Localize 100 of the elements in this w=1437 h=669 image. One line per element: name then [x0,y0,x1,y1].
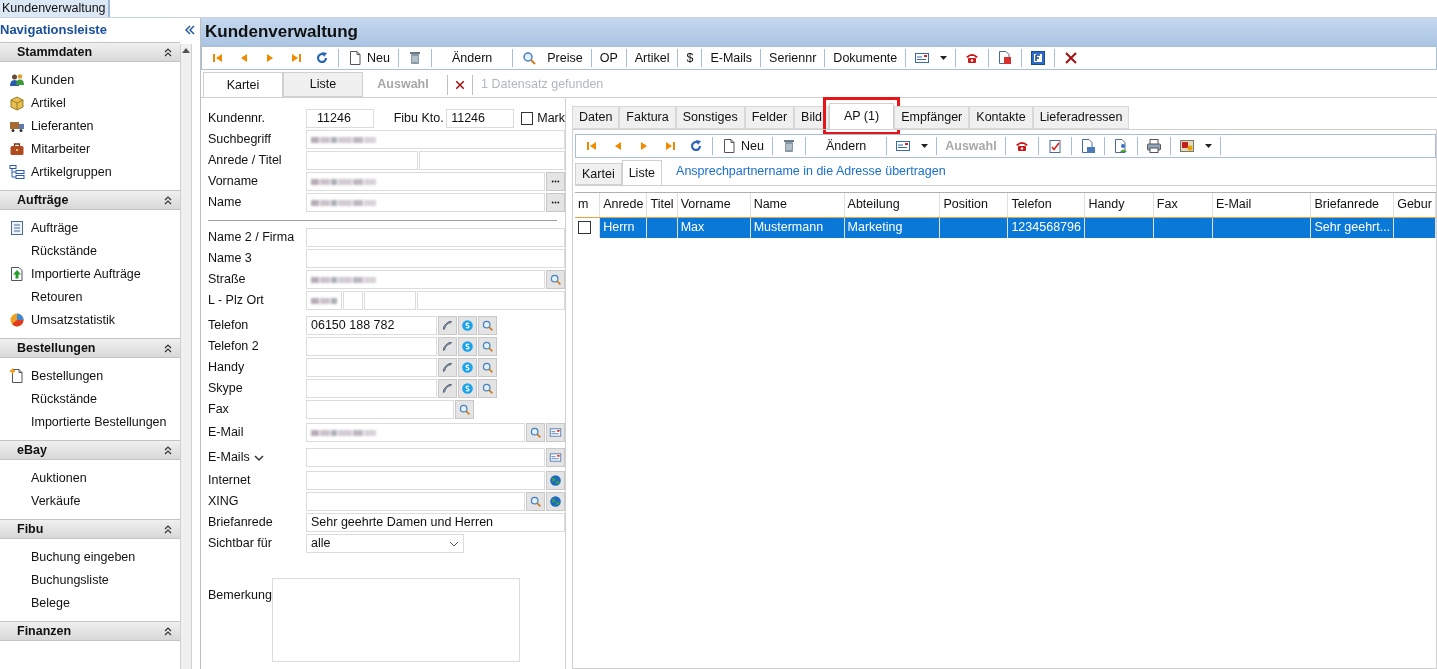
field-button[interactable] [526,423,545,442]
sidebar-item[interactable]: Lieferanten [0,116,180,136]
input-field[interactable] [306,270,545,289]
sidebar-item[interactable]: Buchung eingeben [0,547,180,567]
column-header[interactable]: Telefon [1007,193,1085,217]
field-button[interactable] [438,358,457,377]
tab[interactable]: Liste [621,160,663,185]
checkbox[interactable] [578,221,591,235]
input-field[interactable] [306,130,565,149]
tab[interactable]: Lieferadressen [1032,106,1130,129]
toolbar-button[interactable]: $ [682,48,698,68]
tab[interactable]: Faktura [619,106,676,129]
scrollbar[interactable] [180,44,192,669]
transfer-link[interactable]: Ansprechpartnername in die Adresse übertragen [662,160,946,185]
field-button[interactable] [478,337,497,356]
input-field[interactable]: 11246 [446,109,514,128]
toolbar-button[interactable]: Dokumente [829,48,902,68]
sidebar-item[interactable]: Importierte Aufträge [0,264,180,284]
input-field[interactable] [306,337,437,356]
input-field[interactable] [306,228,565,247]
input-field[interactable]: 11246 [306,109,374,128]
column-header[interactable]: Handy [1084,193,1154,217]
input-field[interactable] [306,423,525,442]
field-button[interactable] [438,379,457,398]
column-header[interactable]: Gebur [1393,193,1436,217]
field-button[interactable] [546,270,565,289]
tab[interactable]: Sonstiges [675,106,745,129]
field-button[interactable] [455,400,474,419]
toolbar-button[interactable]: Seriennr [765,48,821,68]
sidebar-item[interactable]: Mitarbeiter [0,139,180,159]
checkbox[interactable] [520,112,534,125]
sidebar-item[interactable]: Retouren [0,287,180,307]
field-button[interactable] [478,379,497,398]
input-field[interactable] [306,400,454,419]
field-button[interactable] [438,316,457,335]
input-field[interactable] [306,172,545,191]
input-field[interactable] [306,379,437,398]
section-header[interactable]: Bestellungen [0,338,180,358]
toolbar-button[interactable]: OP [595,48,622,68]
sidebar-item[interactable]: Artikel [0,93,180,113]
column-header[interactable]: m [575,193,600,217]
more-button[interactable] [546,193,565,212]
collapse-sidebar-icon[interactable] [184,25,196,35]
sidebar-item[interactable]: Importierte Bestellungen [0,412,180,432]
input-field[interactable] [364,291,416,310]
tab[interactable]: Kontakte [969,106,1033,129]
input-field[interactable]: 06150 188 782 [306,316,437,335]
sidebar-item[interactable]: Rückstände [0,241,180,261]
input-field[interactable] [306,291,342,310]
tab[interactable]: Liste [283,72,363,97]
sidebar-item[interactable]: Bestellungen [0,366,180,386]
sidebar-item[interactable]: Rückstände [0,389,180,409]
field-button[interactable] [546,423,565,442]
sidebar-item[interactable]: Verkäufe [0,491,180,511]
input-field[interactable] [306,193,545,212]
column-header[interactable]: Vorname [677,193,751,217]
tab[interactable]: Kartei [575,163,622,185]
section-header[interactable]: Stammdaten [0,42,180,62]
section-header[interactable]: Aufträge [0,190,180,210]
app-tab[interactable]: Kundenverwaltung [0,0,110,17]
sidebar-item[interactable]: Belege [0,593,180,613]
sidebar-item[interactable]: Buchungsliste [0,570,180,590]
column-header[interactable]: Anrede [599,193,647,217]
input-field[interactable] [343,291,363,310]
toolbar-button[interactable]: Ändern [809,136,883,156]
field-button[interactable] [546,448,565,467]
sidebar-item[interactable]: Kunden [0,70,180,90]
sidebar-item[interactable]: Auktionen [0,468,180,488]
toolbar-button[interactable]: Artikel [630,48,674,68]
tab[interactable]: Empfänger [894,106,970,129]
toolbar-button[interactable]: Neu [717,136,768,156]
toolbar-button[interactable]: Ändern [435,48,509,68]
column-header[interactable]: Abteilung [844,193,940,217]
field-button[interactable] [458,316,477,335]
tab[interactable]: Bild [794,106,829,129]
column-header[interactable]: Briefanrede [1310,193,1394,217]
input-field[interactable] [306,492,525,511]
field-button[interactable] [478,316,497,335]
input-field[interactable] [306,358,437,377]
input-field[interactable] [306,151,418,170]
scroll-up-icon[interactable] [182,48,190,53]
more-button[interactable] [546,172,565,191]
section-header[interactable]: eBay [0,440,180,460]
input-field[interactable] [306,471,545,490]
section-header[interactable]: Finanzen [0,621,180,641]
input-field[interactable] [417,291,565,310]
field-button[interactable] [458,379,477,398]
sidebar-item[interactable]: Umsatzstatistik [0,310,180,330]
section-header[interactable]: Fibu [0,519,180,539]
input-field[interactable] [306,249,565,268]
toolbar-button[interactable]: Neu [343,48,394,68]
field-button[interactable] [546,492,565,511]
input-field[interactable]: Sehr geehrte Damen und Herren [306,513,565,532]
tab[interactable]: Daten [572,106,620,129]
column-header[interactable]: Name [750,193,845,217]
field-button[interactable] [458,337,477,356]
chevron-down-icon[interactable] [253,453,264,462]
table-row[interactable]: Herrn Max Mustermann Marketing 1234568796 Sehr geehrt... [575,217,1436,238]
sidebar-item[interactable]: Aufträge [0,218,180,238]
column-header[interactable]: Fax [1153,193,1213,217]
